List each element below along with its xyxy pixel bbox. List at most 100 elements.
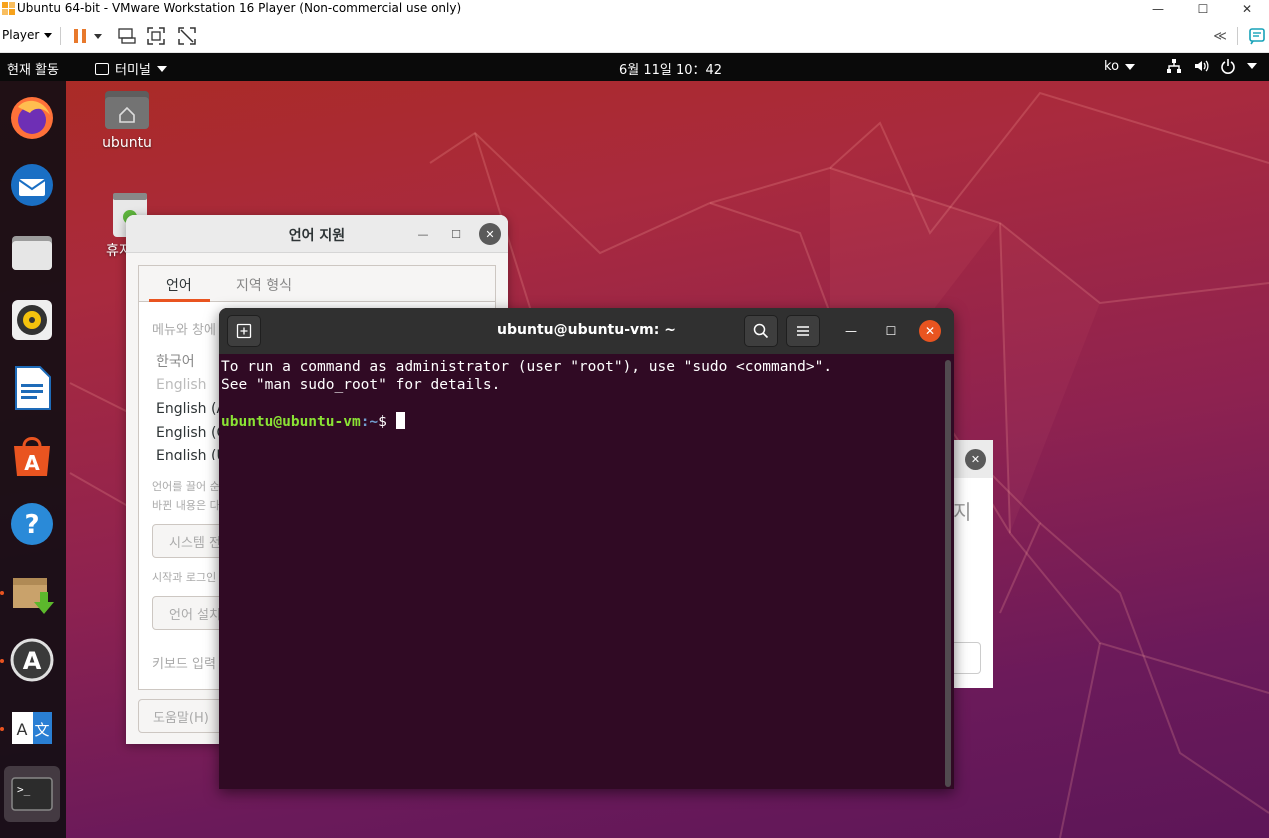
chevron-down-icon (1125, 63, 1136, 70)
files-icon (12, 236, 52, 270)
prompt-path: :~ (360, 414, 379, 430)
vmware-logo-icon (2, 2, 15, 15)
dock-help[interactable]: ? (4, 496, 60, 552)
pause-button[interactable] (70, 26, 90, 46)
terminal-icon: >_ (11, 777, 53, 811)
drag-hint-text: 바뀐 내용은 다 (152, 499, 220, 512)
minimize-button[interactable]: — (840, 320, 862, 342)
terminal-output[interactable]: To run a command as administrator (user … (221, 358, 944, 789)
toolbar-divider (1237, 27, 1238, 45)
button-label: 언어 설치 (169, 607, 221, 623)
tab-language[interactable]: 언어 (166, 275, 192, 295)
dock-language-support[interactable]: A文 (4, 700, 60, 756)
terminal-prompt-line: ubuntu@ubuntu-vm:~$ (221, 412, 944, 431)
active-tab-indicator (149, 299, 210, 302)
app-menu-label: 터미널 (115, 63, 151, 78)
minimize-button[interactable]: — (412, 223, 434, 245)
search-button[interactable] (744, 315, 778, 347)
language-list-item[interactable]: 한국어 (156, 351, 195, 371)
language-list-item[interactable]: English (156, 377, 207, 393)
menu-language-label: 메뉴와 창에 (152, 323, 216, 338)
background-dialog: ✕ 지 (953, 440, 993, 688)
search-icon (753, 323, 769, 339)
maximize-button[interactable]: ☐ (445, 223, 467, 245)
chevron-down-icon (156, 65, 167, 72)
language-icon: A文 (12, 712, 52, 744)
fullscreen-button[interactable] (146, 26, 166, 46)
unity-icon (178, 27, 196, 45)
player-menu-label: Player (2, 28, 40, 42)
system-menu[interactable] (1166, 58, 1257, 74)
dock-ubuntu-software[interactable]: A (4, 428, 60, 484)
dock: A ? A A文 >_ (0, 81, 66, 838)
input-method-menu[interactable]: ko (1104, 59, 1136, 74)
dock-software-properties[interactable]: A (4, 632, 60, 688)
tab-bar: 언어 지역 형식 (139, 266, 495, 302)
thunderbird-icon (11, 164, 53, 206)
window-header: 언어 지원 — ☐ ✕ (126, 215, 508, 253)
dock-firefox[interactable] (4, 89, 60, 145)
close-icon[interactable]: ✕ (965, 449, 986, 470)
dock-terminal[interactable]: >_ (4, 766, 60, 822)
collapse-toolbar-button[interactable]: ≪ (1210, 26, 1230, 46)
tab-regional-formats[interactable]: 지역 형식 (236, 275, 292, 295)
fullscreen-icon (147, 27, 165, 45)
dock-rhythmbox[interactable] (4, 292, 60, 348)
app-menu[interactable]: 터미널 (95, 59, 167, 78)
dock-libreoffice-writer[interactable] (4, 360, 60, 416)
language-list-item[interactable]: English (A (156, 401, 226, 417)
dock-software-updater[interactable] (4, 564, 60, 620)
drag-hint-text: 언어를 끌어 순 (152, 480, 220, 493)
language-list-item[interactable]: English (U (156, 448, 227, 460)
svg-text:?: ? (24, 510, 39, 540)
desktop-icon-home[interactable]: ubuntu (97, 89, 157, 151)
toolbar-divider (60, 27, 61, 45)
chevron-down-icon (1247, 63, 1257, 69)
svg-text:>_: >_ (17, 783, 31, 796)
message-log-button[interactable] (1247, 26, 1267, 46)
prompt-user: ubuntu@ubuntu-vm (221, 414, 361, 430)
input-method-label: ko (1104, 59, 1120, 74)
network-icon (1167, 59, 1181, 73)
home-folder-icon (105, 91, 149, 129)
dialog-partial-button[interactable] (953, 642, 981, 674)
keyboard-computer-icon (118, 28, 136, 44)
button-label: 시스템 전 (169, 535, 221, 551)
terminal-header: ubuntu@ubuntu-vm: ~ — ☐ ✕ (219, 308, 954, 354)
svg-text:文: 文 (34, 721, 49, 739)
activities-button[interactable]: 현재 활동 (7, 59, 59, 78)
close-button[interactable]: ✕ (1225, 0, 1269, 18)
send-ctrl-alt-del-button[interactable] (117, 26, 137, 46)
chevron-down-icon (44, 33, 53, 38)
player-menu[interactable]: Player (2, 28, 53, 42)
rhythmbox-icon (12, 300, 52, 340)
dock-files[interactable] (4, 224, 60, 280)
maximize-button[interactable]: ☐ (880, 320, 902, 342)
close-button[interactable]: ✕ (479, 223, 501, 245)
maximize-button[interactable]: ☐ (1181, 0, 1225, 18)
clock[interactable]: 6월 11일 10：42 (619, 59, 722, 78)
close-button[interactable]: ✕ (919, 320, 941, 342)
prompt-symbol: $ (378, 414, 396, 430)
svg-text:A: A (23, 647, 42, 675)
unity-button[interactable] (177, 26, 197, 46)
language-list-item[interactable]: English (C (156, 425, 226, 441)
svg-text:A: A (24, 451, 40, 475)
dialog-header: ✕ (953, 440, 993, 478)
dock-thunderbird[interactable] (4, 157, 60, 213)
software-properties-icon: A (10, 638, 54, 682)
hamburger-menu-button[interactable] (786, 315, 820, 347)
chevron-down-icon (94, 33, 102, 39)
button-label: 도움말(H) (153, 710, 209, 726)
terminal-line: To run a command as administrator (user … (221, 359, 833, 375)
power-icon (1221, 59, 1235, 74)
vmware-toolbar: Player ≪ (0, 18, 1269, 53)
software-bag-icon: A (14, 437, 50, 476)
minimize-button[interactable]: — (1136, 0, 1180, 18)
gnome-topbar: 현재 활동 터미널 6월 11일 10：42 ko (0, 53, 1269, 81)
login-hint-text: 시작과 로그인 (152, 571, 217, 584)
terminal-scrollbar[interactable] (945, 360, 951, 787)
terminal-line: See "man sudo_root" for details. (221, 377, 501, 393)
pause-dropdown[interactable] (92, 26, 104, 46)
